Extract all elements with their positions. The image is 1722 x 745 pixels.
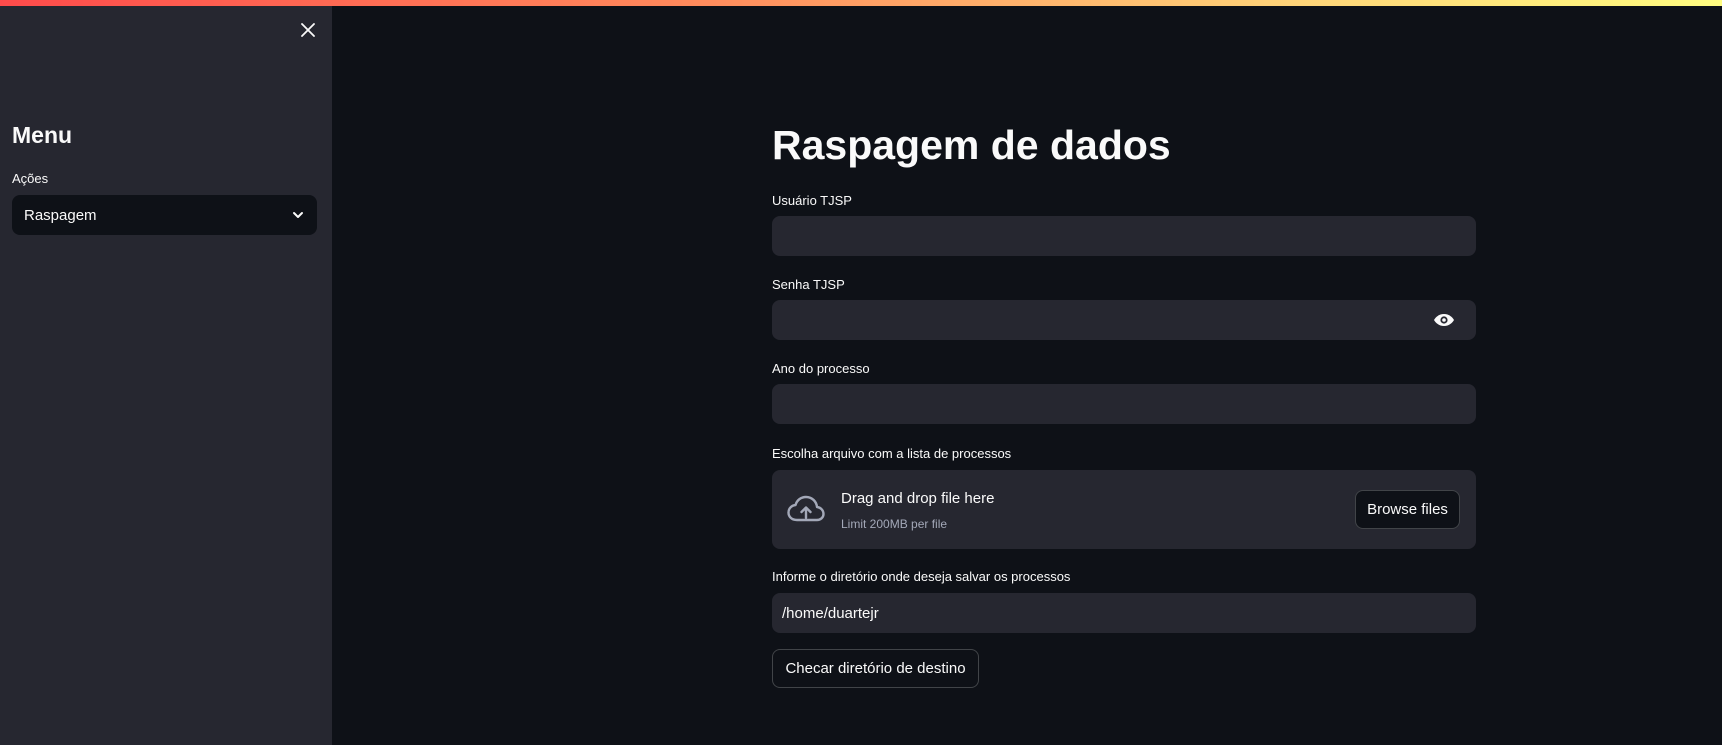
close-sidebar-button[interactable] — [296, 18, 320, 42]
directory-field-label: Informe o diretório onde deseja salvar o… — [772, 569, 1071, 584]
chevron-down-icon — [293, 212, 303, 218]
uploader-label: Escolha arquivo com a lista de processos — [772, 446, 1012, 461]
header-decoration-bar — [0, 0, 1722, 6]
browse-files-button[interactable]: Browse files — [1355, 490, 1460, 529]
user-field-label: Usuário TJSP — [772, 193, 852, 208]
year-input[interactable] — [772, 384, 1476, 424]
sidebar: Menu Ações Raspagem — [0, 0, 332, 745]
actions-select-value: Raspagem — [24, 206, 97, 224]
dropzone-instructions: Drag and drop file here — [841, 490, 995, 507]
file-dropzone[interactable]: Drag and drop file here Limit 200MB per … — [772, 470, 1476, 549]
check-directory-button[interactable]: Checar diretório de destino — [772, 649, 979, 688]
password-input[interactable] — [772, 300, 1476, 340]
dropzone-limit-text: Limit 200MB per file — [841, 517, 948, 531]
show-password-button[interactable] — [1432, 308, 1456, 332]
password-field-label: Senha TJSP — [772, 277, 845, 292]
sidebar-title: Menu — [12, 122, 73, 148]
year-field-label: Ano do processo — [772, 361, 870, 376]
eye-icon — [1434, 314, 1454, 326]
cloud-upload-icon — [787, 495, 825, 522]
close-icon — [301, 23, 315, 37]
actions-select[interactable]: Raspagem — [12, 195, 317, 235]
directory-input[interactable] — [772, 593, 1476, 633]
page-title: Raspagem de dados — [772, 122, 1171, 168]
user-input[interactable] — [772, 216, 1476, 256]
actions-select-label: Ações — [12, 171, 49, 186]
